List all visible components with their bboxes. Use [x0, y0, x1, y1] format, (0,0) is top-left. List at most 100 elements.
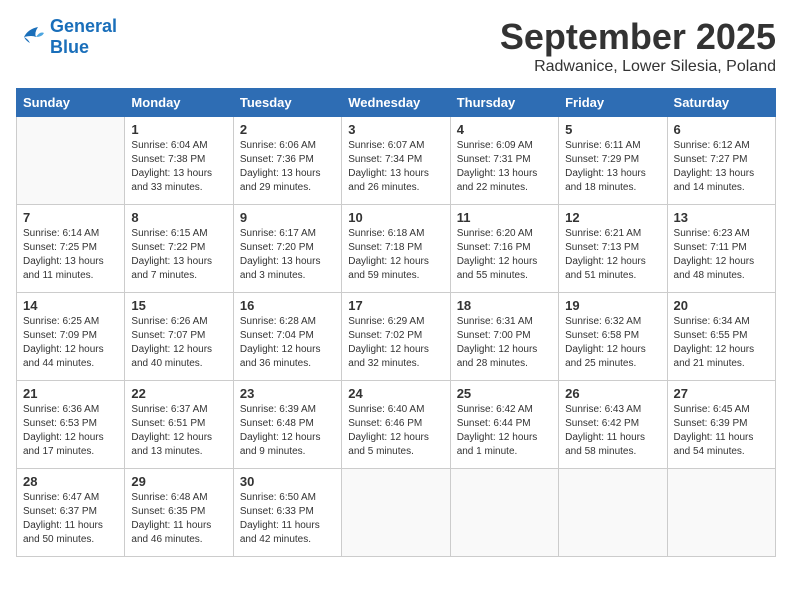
day-number: 26 [565, 386, 660, 401]
day-number: 15 [131, 298, 226, 313]
day-info: Sunrise: 6:42 AM Sunset: 6:44 PM Dayligh… [457, 403, 552, 459]
calendar-cell: 17 Sunrise: 6:29 AM Sunset: 7:02 PM Dayli… [342, 293, 450, 381]
day-info: Sunrise: 6:45 AM Sunset: 6:39 PM Dayligh… [674, 403, 769, 459]
logo: General Blue [16, 16, 117, 58]
day-info: Sunrise: 6:26 AM Sunset: 7:07 PM Dayligh… [131, 315, 226, 371]
calendar-cell: 3 Sunrise: 6:07 AM Sunset: 7:34 PM Daylig… [342, 117, 450, 205]
day-info: Sunrise: 6:06 AM Sunset: 7:36 PM Dayligh… [240, 139, 335, 195]
calendar-table: SundayMondayTuesdayWednesdayThursdayFrid… [16, 88, 776, 557]
calendar-cell: 14 Sunrise: 6:25 AM Sunset: 7:09 PM Dayli… [17, 293, 125, 381]
calendar-subtitle: Radwanice, Lower Silesia, Poland [500, 58, 776, 76]
day-info: Sunrise: 6:14 AM Sunset: 7:25 PM Dayligh… [23, 227, 118, 283]
calendar-cell: 21 Sunrise: 6:36 AM Sunset: 6:53 PM Dayli… [17, 381, 125, 469]
calendar-cell: 27Sunrise: 6:45 AM Sunset: 6:39 PM Dayli… [667, 381, 775, 469]
calendar-cell: 26 Sunrise: 6:43 AM Sunset: 6:42 PM Dayli… [559, 381, 667, 469]
day-number: 30 [240, 474, 335, 489]
day-number: 5 [565, 122, 660, 137]
day-number: 2 [240, 122, 335, 137]
calendar-week-row: 14 Sunrise: 6:25 AM Sunset: 7:09 PM Dayli… [17, 293, 776, 381]
day-number: 13 [674, 210, 769, 225]
day-info: Sunrise: 6:25 AM Sunset: 7:09 PM Dayligh… [23, 315, 118, 371]
calendar-cell: 22 Sunrise: 6:37 AM Sunset: 6:51 PM Dayli… [125, 381, 233, 469]
day-number: 10 [348, 210, 443, 225]
calendar-cell [17, 117, 125, 205]
calendar-cell: 4Sunrise: 6:09 AM Sunset: 7:31 PM Daylig… [450, 117, 558, 205]
day-info: Sunrise: 6:43 AM Sunset: 6:42 PM Dayligh… [565, 403, 660, 459]
day-info: Sunrise: 6:40 AM Sunset: 6:46 PM Dayligh… [348, 403, 443, 459]
day-info: Sunrise: 6:34 AM Sunset: 6:55 PM Dayligh… [674, 315, 769, 371]
day-number: 23 [240, 386, 335, 401]
day-info: Sunrise: 6:07 AM Sunset: 7:34 PM Dayligh… [348, 139, 443, 195]
calendar-cell: 1Sunrise: 6:04 AM Sunset: 7:38 PM Daylig… [125, 117, 233, 205]
calendar-cell: 10 Sunrise: 6:18 AM Sunset: 7:18 PM Dayli… [342, 205, 450, 293]
day-number: 8 [131, 210, 226, 225]
weekday-header: Tuesday [233, 89, 341, 117]
day-info: Sunrise: 6:11 AM Sunset: 7:29 PM Dayligh… [565, 139, 660, 195]
day-info: Sunrise: 6:04 AM Sunset: 7:38 PM Dayligh… [131, 139, 226, 195]
day-info: Sunrise: 6:37 AM Sunset: 6:51 PM Dayligh… [131, 403, 226, 459]
day-number: 12 [565, 210, 660, 225]
day-number: 16 [240, 298, 335, 313]
calendar-cell: 5 Sunrise: 6:11 AM Sunset: 7:29 PM Daylig… [559, 117, 667, 205]
day-info: Sunrise: 6:23 AM Sunset: 7:11 PM Dayligh… [674, 227, 769, 283]
title-block: September 2025 Radwanice, Lower Silesia,… [500, 16, 776, 76]
calendar-cell: 19 Sunrise: 6:32 AM Sunset: 6:58 PM Dayli… [559, 293, 667, 381]
calendar-body: 1Sunrise: 6:04 AM Sunset: 7:38 PM Daylig… [17, 117, 776, 557]
day-number: 11 [457, 210, 552, 225]
day-info: Sunrise: 6:39 AM Sunset: 6:48 PM Dayligh… [240, 403, 335, 459]
calendar-cell: 9Sunrise: 6:17 AM Sunset: 7:20 PM Daylig… [233, 205, 341, 293]
day-info: Sunrise: 6:12 AM Sunset: 7:27 PM Dayligh… [674, 139, 769, 195]
day-info: Sunrise: 6:50 AM Sunset: 6:33 PM Dayligh… [240, 491, 335, 547]
calendar-cell: 15 Sunrise: 6:26 AM Sunset: 7:07 PM Dayli… [125, 293, 233, 381]
day-number: 22 [131, 386, 226, 401]
day-info: Sunrise: 6:31 AM Sunset: 7:00 PM Dayligh… [457, 315, 552, 371]
header-row: SundayMondayTuesdayWednesdayThursdayFrid… [17, 89, 776, 117]
day-number: 19 [565, 298, 660, 313]
day-number: 17 [348, 298, 443, 313]
logo-text: General Blue [50, 16, 117, 58]
calendar-cell: 12Sunrise: 6:21 AM Sunset: 7:13 PM Dayli… [559, 205, 667, 293]
calendar-cell: 6 Sunrise: 6:12 AM Sunset: 7:27 PM Daylig… [667, 117, 775, 205]
calendar-cell: 2 Sunrise: 6:06 AM Sunset: 7:36 PM Daylig… [233, 117, 341, 205]
day-number: 24 [348, 386, 443, 401]
calendar-week-row: 1Sunrise: 6:04 AM Sunset: 7:38 PM Daylig… [17, 117, 776, 205]
weekday-header: Wednesday [342, 89, 450, 117]
day-info: Sunrise: 6:17 AM Sunset: 7:20 PM Dayligh… [240, 227, 335, 283]
calendar-cell: 25 Sunrise: 6:42 AM Sunset: 6:44 PM Dayli… [450, 381, 558, 469]
calendar-cell [667, 469, 775, 557]
calendar-week-row: 21 Sunrise: 6:36 AM Sunset: 6:53 PM Dayli… [17, 381, 776, 469]
calendar-week-row: 28 Sunrise: 6:47 AM Sunset: 6:37 PM Dayli… [17, 469, 776, 557]
calendar-title: September 2025 [500, 16, 776, 58]
weekday-header: Sunday [17, 89, 125, 117]
calendar-cell: 20 Sunrise: 6:34 AM Sunset: 6:55 PM Dayli… [667, 293, 775, 381]
calendar-cell: 23 Sunrise: 6:39 AM Sunset: 6:48 PM Dayli… [233, 381, 341, 469]
day-info: Sunrise: 6:09 AM Sunset: 7:31 PM Dayligh… [457, 139, 552, 195]
calendar-week-row: 7 Sunrise: 6:14 AM Sunset: 7:25 PM Daylig… [17, 205, 776, 293]
day-number: 14 [23, 298, 118, 313]
day-info: Sunrise: 6:18 AM Sunset: 7:18 PM Dayligh… [348, 227, 443, 283]
day-info: Sunrise: 6:47 AM Sunset: 6:37 PM Dayligh… [23, 491, 118, 547]
calendar-cell [450, 469, 558, 557]
day-number: 6 [674, 122, 769, 137]
calendar-cell: 30 Sunrise: 6:50 AM Sunset: 6:33 PM Dayli… [233, 469, 341, 557]
day-info: Sunrise: 6:29 AM Sunset: 7:02 PM Dayligh… [348, 315, 443, 371]
day-number: 25 [457, 386, 552, 401]
calendar-cell: 13 Sunrise: 6:23 AM Sunset: 7:11 PM Dayli… [667, 205, 775, 293]
calendar-cell: 8 Sunrise: 6:15 AM Sunset: 7:22 PM Daylig… [125, 205, 233, 293]
weekday-header: Monday [125, 89, 233, 117]
day-number: 21 [23, 386, 118, 401]
calendar-cell: 16Sunrise: 6:28 AM Sunset: 7:04 PM Dayli… [233, 293, 341, 381]
day-number: 28 [23, 474, 118, 489]
calendar-cell [342, 469, 450, 557]
day-number: 20 [674, 298, 769, 313]
day-info: Sunrise: 6:36 AM Sunset: 6:53 PM Dayligh… [23, 403, 118, 459]
day-info: Sunrise: 6:32 AM Sunset: 6:58 PM Dayligh… [565, 315, 660, 371]
calendar-cell: 28 Sunrise: 6:47 AM Sunset: 6:37 PM Dayli… [17, 469, 125, 557]
calendar-cell: 24 Sunrise: 6:40 AM Sunset: 6:46 PM Dayli… [342, 381, 450, 469]
page-header: General Blue September 2025 Radwanice, L… [16, 16, 776, 76]
day-info: Sunrise: 6:15 AM Sunset: 7:22 PM Dayligh… [131, 227, 226, 283]
day-number: 18 [457, 298, 552, 313]
day-number: 7 [23, 210, 118, 225]
day-number: 3 [348, 122, 443, 137]
calendar-cell: 11Sunrise: 6:20 AM Sunset: 7:16 PM Dayli… [450, 205, 558, 293]
